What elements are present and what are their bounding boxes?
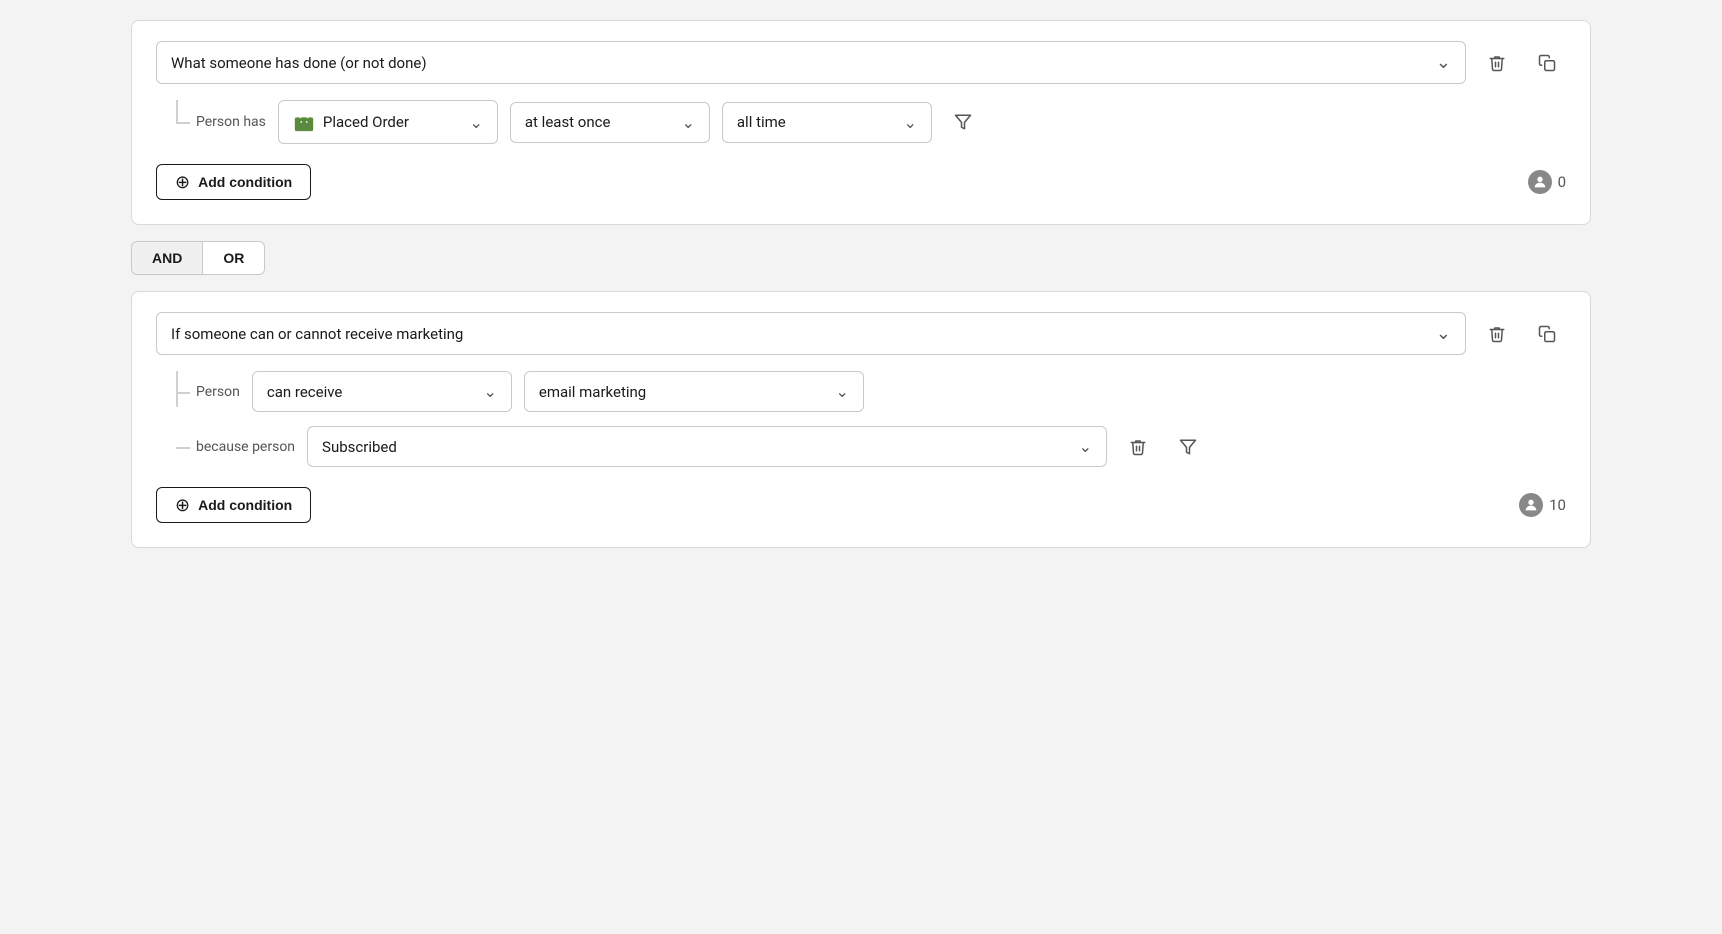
- block2-count-badge: 10: [1519, 493, 1566, 517]
- block2-avatar-icon: [1519, 493, 1543, 517]
- block1-count-badge: 0: [1528, 170, 1566, 194]
- block1-plus-icon: ⊕: [175, 173, 190, 191]
- trash-icon: [1488, 54, 1506, 72]
- block2-copy-button[interactable]: [1528, 315, 1566, 353]
- block2-main-dropdown[interactable]: If someone can or cannot receive marketi…: [156, 312, 1466, 355]
- block2-bottom-row: ⊕ Add condition 10: [156, 487, 1566, 523]
- placed-order-chevron: ⌄: [469, 113, 482, 132]
- person-icon: [1532, 174, 1548, 190]
- block2-conditions-area: Person can receive ⌄ email marketing ⌄ b…: [176, 371, 1566, 467]
- all-time-chevron: ⌄: [903, 113, 916, 132]
- placed-order-dropdown[interactable]: Placed Order ⌄: [278, 100, 498, 144]
- h-line-2a: [176, 392, 190, 394]
- block1-main-dropdown[interactable]: What someone has done (or not done) ⌄: [156, 41, 1466, 84]
- or-button[interactable]: OR: [202, 241, 265, 275]
- block1-copy-button[interactable]: [1528, 44, 1566, 82]
- block2-top-row: If someone can or cannot receive marketi…: [156, 312, 1566, 355]
- block2-person-row: Person can receive ⌄ email marketing ⌄: [176, 371, 1566, 412]
- subscribed-chevron: ⌄: [1079, 437, 1092, 456]
- block2-main-dropdown-label: If someone can or cannot receive marketi…: [171, 325, 463, 343]
- block2-count: 10: [1549, 496, 1566, 514]
- copy-icon-2: [1538, 325, 1556, 343]
- block1-chevron-icon: ⌄: [1436, 52, 1451, 73]
- email-marketing-label: email marketing: [539, 383, 646, 401]
- block2-person-label: Person: [196, 384, 240, 400]
- shopify-bag-icon: [293, 111, 315, 133]
- h-line-2b: [176, 447, 190, 449]
- placed-order-label: Placed Order: [323, 113, 409, 131]
- can-receive-dropdown[interactable]: can receive ⌄: [252, 371, 512, 412]
- block1-filter-button[interactable]: [944, 103, 982, 141]
- placed-order-dd-label: Placed Order: [293, 111, 409, 133]
- h-line-1: [176, 122, 190, 124]
- block2-plus-icon: ⊕: [175, 496, 190, 514]
- trash-icon-3: [1129, 438, 1147, 456]
- all-time-dropdown[interactable]: all time ⌄: [722, 102, 932, 143]
- block2-add-condition-label: Add condition: [198, 497, 292, 513]
- block1-person-has-label: Person has: [196, 114, 266, 130]
- block1-count: 0: [1558, 173, 1566, 191]
- email-marketing-chevron: ⌄: [835, 382, 848, 401]
- copy-icon: [1538, 54, 1556, 72]
- block2-chevron-icon: ⌄: [1436, 323, 1451, 344]
- at-least-once-dropdown[interactable]: at least once ⌄: [510, 102, 710, 143]
- block2-delete-button[interactable]: [1478, 315, 1516, 353]
- filter-icon-2: [1179, 438, 1197, 456]
- subscribed-label: Subscribed: [322, 438, 397, 456]
- block1-top-row: What someone has done (or not done) ⌄: [156, 41, 1566, 84]
- at-least-once-label: at least once: [525, 113, 611, 131]
- email-marketing-dropdown[interactable]: email marketing ⌄: [524, 371, 864, 412]
- block2-filter-button[interactable]: [1169, 428, 1207, 466]
- person-icon-2: [1523, 497, 1539, 513]
- subscribed-dropdown[interactable]: Subscribed ⌄: [307, 426, 1107, 467]
- logic-toggle: AND OR: [131, 241, 1591, 275]
- block1-add-condition-button[interactable]: ⊕ Add condition: [156, 164, 311, 200]
- condition-block-2: If someone can or cannot receive marketi…: [131, 291, 1591, 548]
- filter-icon: [954, 113, 972, 131]
- at-least-chevron: ⌄: [681, 113, 694, 132]
- block1-main-dropdown-label: What someone has done (or not done): [171, 54, 427, 72]
- block1-add-condition-label: Add condition: [198, 174, 292, 190]
- block1-conditions-area: Person has Placed Order ⌄: [176, 100, 1566, 144]
- page-container: What someone has done (or not done) ⌄: [131, 20, 1591, 548]
- block1-person-row: Person has Placed Order ⌄: [176, 100, 1566, 144]
- block1-bottom-row: ⊕ Add condition 0: [156, 164, 1566, 200]
- condition-block-1: What someone has done (or not done) ⌄: [131, 20, 1591, 225]
- can-receive-chevron: ⌄: [483, 382, 496, 401]
- block2-subscribed-delete-button[interactable]: [1119, 428, 1157, 466]
- block1-delete-button[interactable]: [1478, 44, 1516, 82]
- trash-icon-2: [1488, 325, 1506, 343]
- and-button[interactable]: AND: [131, 241, 202, 275]
- block2-add-condition-button[interactable]: ⊕ Add condition: [156, 487, 311, 523]
- can-receive-label: can receive: [267, 383, 343, 401]
- because-person-label: because person: [196, 439, 295, 455]
- block1-avatar-icon: [1528, 170, 1552, 194]
- all-time-label: all time: [737, 113, 786, 131]
- block2-because-row: because person Subscribed ⌄: [176, 426, 1566, 467]
